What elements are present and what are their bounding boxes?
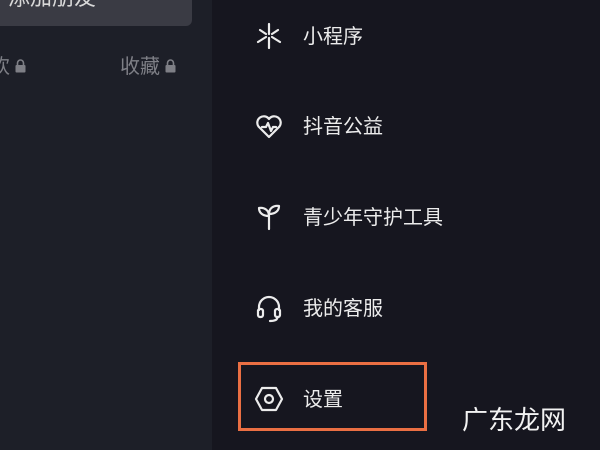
menu-item-mini-program[interactable]: 小程序 [252,11,552,61]
menu-item-label: 抖音公益 [303,114,383,138]
charity-heart-icon [252,109,286,143]
profile-background-pane: 添加朋友 欢 收藏 [0,0,212,450]
lock-icon [15,59,26,73]
tab-likes[interactable]: 欢 [0,54,26,78]
mini-program-icon [252,19,286,53]
add-friend-button[interactable]: 添加朋友 [0,0,192,26]
menu-item-label: 小程序 [303,24,363,48]
settings-highlight-box [238,362,427,431]
sprout-icon [252,200,286,234]
menu-item-charity[interactable]: 抖音公益 [252,101,552,151]
add-friend-label: 添加朋友 [8,0,96,12]
menu-item-customer-service[interactable]: 我的客服 [252,283,552,333]
lock-icon [165,59,176,73]
tab-favorites-label: 收藏 [120,54,160,78]
menu-item-label: 我的客服 [303,296,383,320]
tab-likes-label: 欢 [0,54,10,78]
menu-item-label: 青少年守护工具 [303,205,443,229]
menu-item-teen-protection[interactable]: 青少年守护工具 [252,192,552,242]
watermark: 广东龙网 [462,406,567,436]
tab-favorites[interactable]: 收藏 [120,54,176,78]
headset-icon [252,291,286,325]
